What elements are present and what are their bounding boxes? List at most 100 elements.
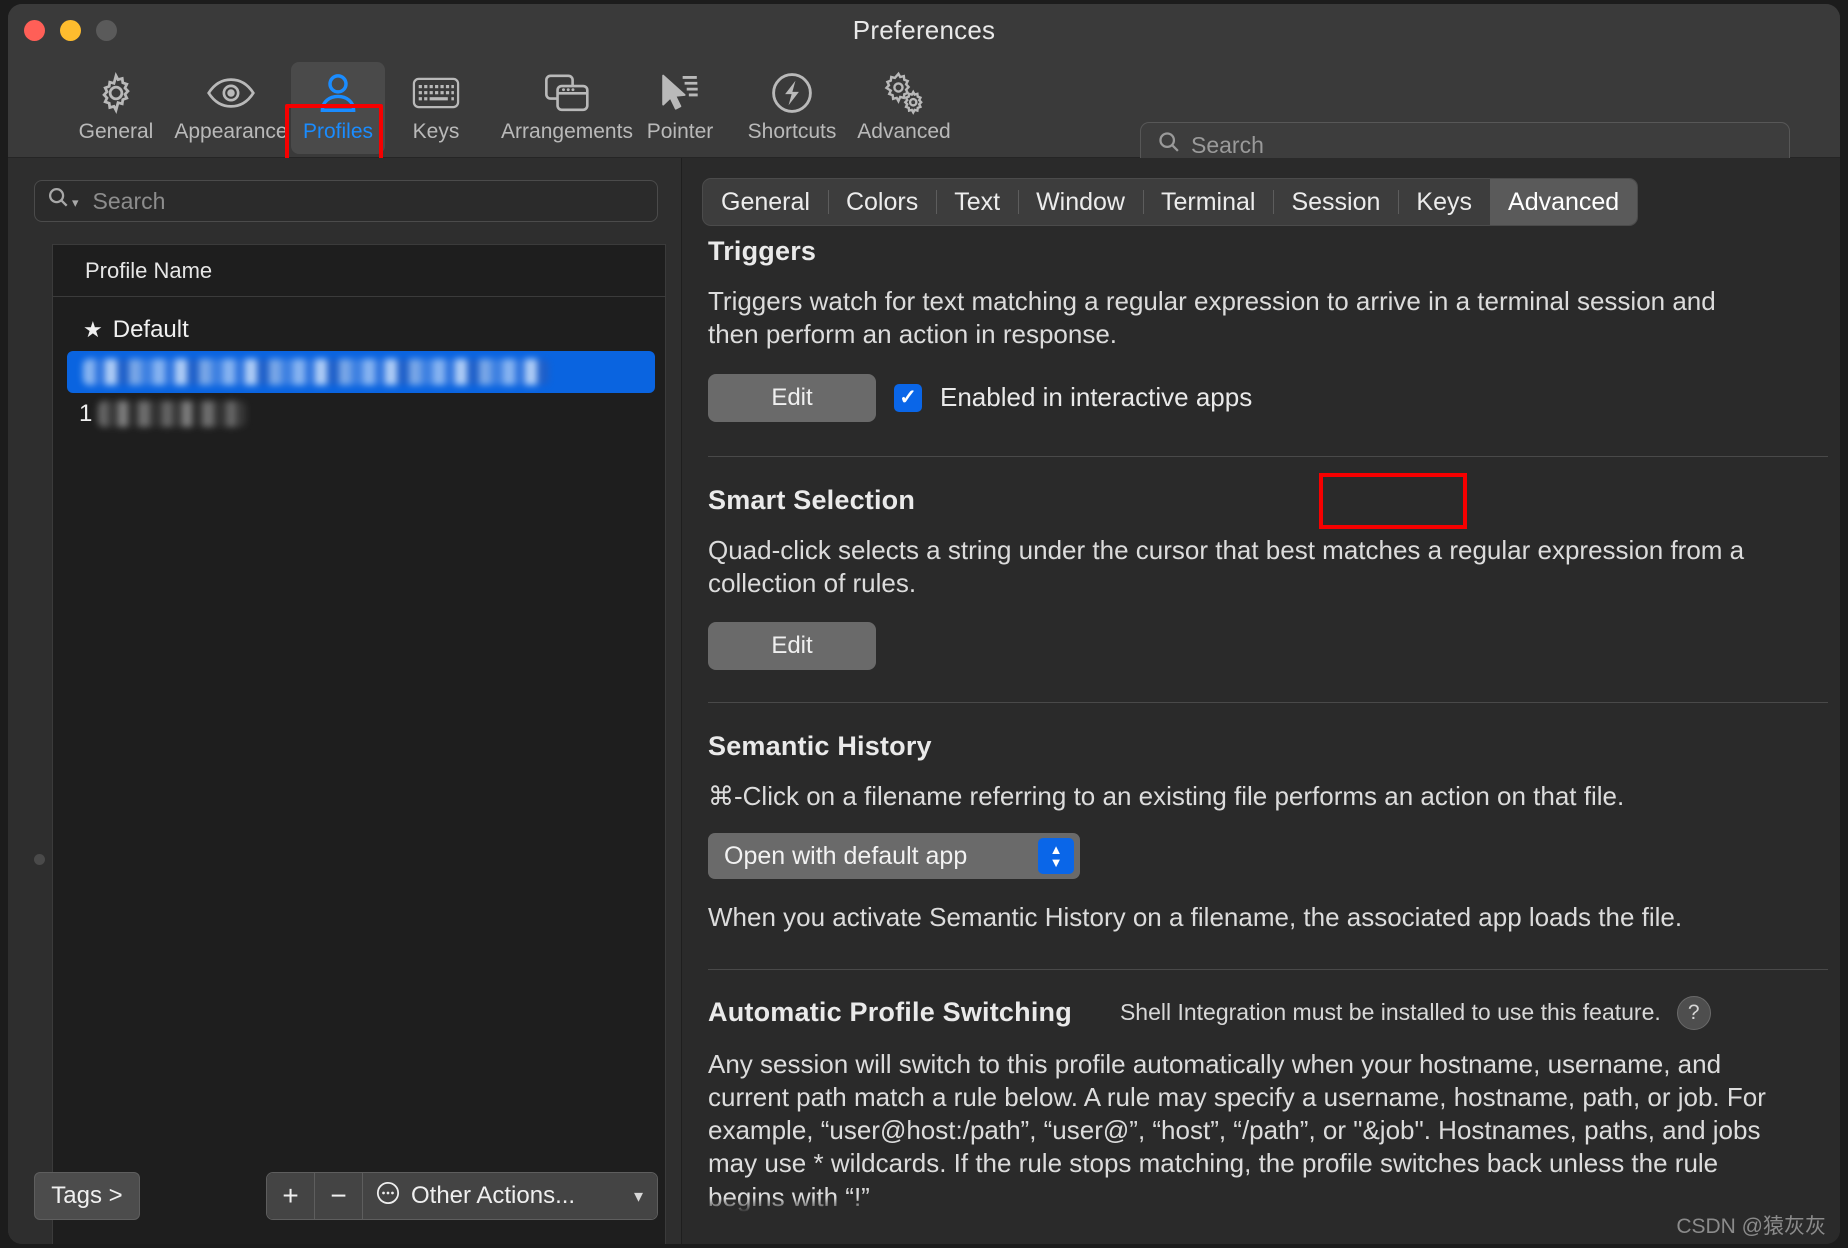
profiles-sidebar: ▾ Search Profile Name ★ Default 1 Tags >…: [8, 158, 682, 1244]
section-title: Automatic Profile Switching: [708, 997, 1072, 1028]
triggers-controls-row: Edit ✓ Enabled in interactive apps: [708, 373, 1828, 422]
tab-general[interactable]: General: [703, 179, 828, 225]
tab-label: Colors: [845, 187, 919, 216]
tab-colors[interactable]: Colors: [827, 179, 936, 225]
help-icon[interactable]: ?: [1676, 995, 1711, 1030]
tab-label: Text: [954, 187, 1001, 216]
chevron-down-icon[interactable]: ▾: [72, 195, 79, 211]
semantic-history-selected-value: Open with default app: [724, 841, 968, 870]
tab-label: Advanced: [1508, 187, 1620, 216]
aps-header-row: Automatic Profile Switching Shell Integr…: [708, 995, 1828, 1030]
section-title: Smart Selection: [708, 484, 916, 515]
window-body: ▾ Search Profile Name ★ Default 1 Tags >…: [8, 158, 1840, 1244]
toolbar-item-advanced[interactable]: Advanced: [846, 62, 962, 154]
tab-terminal[interactable]: Terminal: [1142, 179, 1273, 225]
toolbar-item-label: General: [78, 120, 154, 143]
profile-table-header[interactable]: Profile Name: [53, 245, 665, 297]
checkmark-icon: ✓: [899, 386, 917, 410]
preferences-window: Preferences General Appearance Profiles …: [8, 4, 1840, 1244]
tags-button-label: Tags >: [51, 1182, 123, 1209]
profile-row-label: Default: [112, 316, 189, 343]
watermark: CSDN @猿灰灰: [1676, 1215, 1826, 1238]
bolt-circle-icon: [769, 70, 815, 116]
toolbar-item-label: Arrangements: [501, 120, 633, 143]
tab-label: Terminal: [1160, 187, 1256, 216]
profile-table: Profile Name ★ Default 1: [52, 244, 666, 1244]
tab-advanced[interactable]: Advanced: [1490, 179, 1638, 225]
tab-label: Keys: [1416, 187, 1473, 216]
section-automatic-profile-switching: Automatic Profile Switching Shell Integr…: [702, 995, 1828, 1214]
smart-selection-edit-button[interactable]: Edit: [708, 622, 876, 671]
profile-row-selected[interactable]: [67, 351, 655, 393]
window-title: Preferences: [852, 15, 996, 45]
eye-icon: [206, 70, 256, 116]
sidebar-bottom-bar: Tags > + − Other Actions... ▾: [8, 1152, 682, 1244]
profile-detail-pane: General Colors Text Window Terminal Sess…: [682, 158, 1840, 1244]
stepper-chevrons-icon[interactable]: ▲ ▼: [1038, 838, 1074, 875]
person-icon: [318, 70, 358, 116]
toolbar-item-general[interactable]: General: [70, 62, 162, 154]
toolbar-item-arrangements[interactable]: Arrangements: [482, 62, 652, 154]
keyboard-icon: [412, 70, 460, 116]
other-actions-label: Other Actions...: [411, 1182, 576, 1209]
star-icon: ★: [83, 317, 103, 342]
smart-selection-edit-label: Edit: [771, 632, 813, 660]
add-profile-button[interactable]: +: [267, 1173, 315, 1219]
semantic-history-select[interactable]: Open with default app ▲ ▼: [708, 833, 1080, 880]
section-title: Semantic History: [708, 731, 932, 762]
toolbar-item-keys[interactable]: Keys: [394, 62, 478, 154]
toolbar-item-label: Appearance: [174, 120, 288, 143]
triggers-edit-button[interactable]: Edit: [708, 373, 876, 422]
toolbar-item-label: Profiles: [302, 120, 374, 143]
column-header-profile-name: Profile Name: [85, 257, 213, 283]
tab-strip: General Colors Text Window Terminal Sess…: [702, 178, 1639, 226]
remove-profile-button[interactable]: −: [315, 1173, 363, 1219]
section-triggers: Triggers Triggers watch for text matchin…: [702, 236, 1828, 457]
ellipsis-circle-icon: [375, 1180, 401, 1213]
semantic-history-footnote: When you activate Semantic History on a …: [708, 902, 1683, 933]
sidebar-search-input[interactable]: ▾ Search: [34, 180, 658, 222]
tab-label: General: [721, 187, 810, 216]
tags-button[interactable]: Tags >: [34, 1172, 140, 1220]
divider: [708, 702, 1828, 704]
section-smart-selection: Smart Selection Quad-click selects a str…: [702, 485, 1828, 704]
section-description: Triggers watch for text matching a regul…: [708, 286, 1716, 350]
divider: [708, 968, 1828, 970]
tab-session[interactable]: Session: [1273, 179, 1398, 225]
redacted-profile-name: [98, 401, 247, 427]
triggers-enabled-checkbox[interactable]: ✓: [894, 383, 922, 412]
section-semantic-history: Semantic History ⌘-Click on a filename r…: [702, 731, 1828, 970]
tab-window[interactable]: Window: [1018, 179, 1143, 225]
profile-row-label: 1: [79, 400, 93, 427]
tab-text[interactable]: Text: [936, 179, 1018, 225]
toolbar-item-label: Advanced: [857, 120, 951, 143]
profile-row-default[interactable]: ★ Default: [53, 309, 665, 351]
profile-tab-bar: General Colors Text Window Terminal Sess…: [702, 178, 1639, 226]
profile-actions-group: + − Other Actions... ▾: [266, 1172, 658, 1220]
tab-keys[interactable]: Keys: [1398, 179, 1490, 225]
search-icon: [1157, 130, 1181, 160]
title-bar: Preferences: [8, 4, 1840, 56]
divider: [708, 455, 1828, 457]
toolbar-item-label: Shortcuts: [747, 120, 837, 143]
toolbar-item-appearance[interactable]: Appearance: [170, 62, 292, 154]
triggers-edit-label: Edit: [771, 383, 813, 411]
other-actions-button[interactable]: Other Actions... ▾: [363, 1173, 657, 1219]
toolbar-item-shortcuts[interactable]: Shortcuts: [734, 62, 850, 154]
profile-row-third[interactable]: 1: [53, 393, 665, 435]
gear-icon: [94, 70, 138, 116]
search-dropdown-icon: [47, 186, 71, 216]
tab-label: Window: [1036, 187, 1125, 216]
triggers-enabled-label: Enabled in interactive apps: [940, 382, 1253, 413]
toolbar-item-pointer[interactable]: Pointer: [630, 62, 730, 154]
remove-profile-label: −: [330, 1180, 347, 1211]
toolbar-item-profiles[interactable]: Profiles: [291, 62, 385, 154]
add-profile-label: +: [282, 1180, 299, 1211]
advanced-settings-content: Triggers Triggers watch for text matchin…: [702, 236, 1828, 1216]
chevron-down-icon: ▾: [633, 1185, 643, 1206]
section-description: Any session will switch to this profile …: [708, 1048, 1766, 1212]
toolbar-item-label: Keys: [412, 120, 460, 143]
section-description: ⌘-Click on a filename referring to an ex…: [708, 781, 1625, 812]
split-handle[interactable]: [34, 854, 45, 865]
section-title: Triggers: [708, 236, 817, 266]
